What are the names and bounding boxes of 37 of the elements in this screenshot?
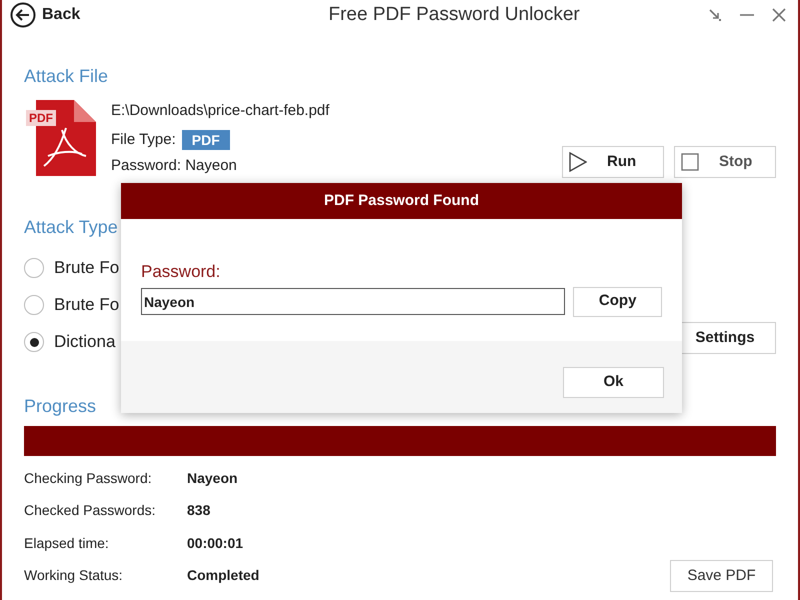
restore-icon[interactable] bbox=[708, 8, 722, 22]
radio-button[interactable] bbox=[24, 295, 44, 315]
play-icon bbox=[569, 152, 587, 172]
stop-icon bbox=[681, 153, 699, 171]
radio-label: Brute Fo bbox=[54, 257, 120, 280]
copy-button[interactable]: Copy bbox=[573, 286, 662, 316]
radio-label: Dictiona bbox=[54, 331, 116, 354]
pdf-badge: PDF bbox=[26, 110, 56, 126]
stat-value: Nayeon bbox=[187, 468, 238, 488]
radio-label: Brute Fo bbox=[54, 294, 120, 316]
stat-value: 838 bbox=[187, 501, 210, 520]
back-button[interactable]: Back bbox=[10, 2, 80, 28]
stop-button[interactable]: Stop bbox=[674, 146, 776, 178]
stat-value: 00:00:01 bbox=[187, 534, 244, 553]
password-field[interactable]: Nayeon bbox=[141, 288, 566, 315]
section-heading: Attack Type bbox=[24, 216, 119, 239]
stat-label: Checked Passwords: bbox=[24, 501, 157, 520]
run-button[interactable]: Run bbox=[562, 146, 664, 178]
stat-label: Checking Password: bbox=[24, 468, 153, 488]
section-heading: Progress bbox=[24, 395, 98, 418]
password-label: Password: bbox=[141, 261, 222, 283]
radio-button[interactable] bbox=[24, 332, 44, 352]
dialog-title: PDF Password Found bbox=[121, 183, 682, 219]
ok-button[interactable]: Ok bbox=[563, 367, 664, 398]
file-path: E:\Downloads\price-chart-feb.pdf bbox=[111, 101, 330, 121]
window-title: Free PDF Password Unlocker bbox=[327, 2, 581, 27]
stat-value: Completed bbox=[187, 566, 260, 586]
stat-label: Working Status: bbox=[24, 566, 124, 586]
section-heading: Attack File bbox=[24, 65, 110, 88]
file-type-label: File Type: bbox=[111, 130, 176, 150]
radio-button[interactable] bbox=[24, 258, 44, 278]
file-type-tag: PDF bbox=[182, 130, 230, 150]
password-text: Password: Nayeon bbox=[111, 156, 238, 176]
save-pdf-button[interactable]: Save PDF bbox=[670, 560, 773, 592]
stat-label: Elapsed time: bbox=[24, 534, 110, 553]
close-icon[interactable] bbox=[772, 8, 786, 22]
minimize-icon[interactable] bbox=[740, 13, 754, 17]
